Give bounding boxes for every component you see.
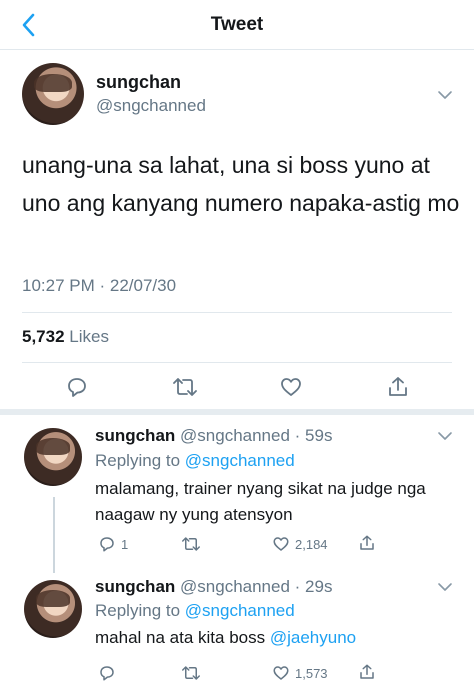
reply-handle-time: @sngchanned · 59s bbox=[180, 426, 333, 445]
like-count: 1,573 bbox=[295, 665, 328, 681]
chevron-down-icon[interactable] bbox=[437, 582, 453, 592]
tweet-timestamp[interactable]: 10:27 PM · 22/07/30 bbox=[22, 276, 176, 296]
heart-icon bbox=[281, 378, 301, 396]
replying-label: Replying to bbox=[95, 601, 181, 620]
share-icon bbox=[389, 377, 407, 396]
divider bbox=[22, 362, 452, 363]
replying-mention[interactable]: @sngchanned bbox=[185, 601, 295, 620]
likes-count[interactable]: 5,732 Likes bbox=[22, 327, 109, 347]
like-button[interactable]: 2,184 bbox=[272, 535, 328, 553]
reply-icon bbox=[68, 378, 86, 397]
thread-line bbox=[53, 497, 55, 573]
replying-mention[interactable]: @sngchanned bbox=[185, 451, 295, 470]
share-button[interactable] bbox=[358, 663, 376, 681]
reply-author-name: sungchan bbox=[95, 577, 176, 596]
share-icon bbox=[360, 664, 374, 679]
top-bar: Tweet bbox=[0, 0, 474, 50]
share-icon bbox=[360, 535, 374, 550]
reply-text: malamang, trainer nyang sikat na judge n… bbox=[95, 479, 426, 524]
reply-text: mahal na ata kita boss @jaehyuno bbox=[95, 625, 435, 651]
reply-button[interactable] bbox=[98, 664, 116, 682]
reply-mention[interactable]: @jaehyuno bbox=[270, 628, 356, 647]
reply-author-name: sungchan bbox=[95, 426, 176, 445]
tweet-text: unang-una sa lahat, una si boss yuno at … bbox=[22, 152, 460, 216]
reply-count: 1 bbox=[121, 536, 129, 552]
author-name[interactable]: sungchan bbox=[96, 72, 181, 93]
share-button[interactable] bbox=[358, 534, 376, 552]
retweet-icon bbox=[182, 537, 200, 551]
heart-icon bbox=[273, 537, 289, 551]
avatar[interactable] bbox=[22, 63, 84, 125]
like-button[interactable]: 1,573 bbox=[272, 664, 328, 682]
tweet-actions bbox=[0, 374, 474, 402]
avatar[interactable] bbox=[24, 580, 82, 638]
retweet-button[interactable] bbox=[172, 374, 198, 400]
retweet-icon bbox=[173, 378, 197, 396]
share-button[interactable] bbox=[385, 374, 411, 400]
chevron-down-icon[interactable] bbox=[437, 431, 453, 441]
author-handle[interactable]: @sngchanned bbox=[96, 96, 206, 116]
page-title: Tweet bbox=[210, 14, 264, 35]
retweet-icon bbox=[182, 666, 200, 680]
reply-header[interactable]: sungchan @sngchanned · 59s bbox=[95, 426, 332, 446]
like-count: 2,184 bbox=[295, 536, 328, 552]
avatar[interactable] bbox=[24, 428, 82, 486]
like-button[interactable] bbox=[278, 374, 304, 400]
reply-header[interactable]: sungchan @sngchanned · 29s bbox=[95, 577, 332, 597]
divider bbox=[22, 312, 452, 313]
likes-label: Likes bbox=[69, 327, 109, 346]
reply-icon bbox=[100, 537, 114, 552]
replying-to: Replying to @sngchanned bbox=[95, 601, 295, 621]
replying-to: Replying to @sngchanned bbox=[95, 451, 295, 471]
reply-button[interactable]: 1 bbox=[98, 535, 128, 553]
replying-label: Replying to bbox=[95, 451, 181, 470]
reply-text-body: mahal na ata kita boss bbox=[95, 628, 266, 647]
retweet-button[interactable] bbox=[181, 535, 201, 553]
reply-icon bbox=[100, 666, 114, 681]
heart-icon bbox=[273, 666, 289, 680]
section-separator bbox=[0, 409, 474, 415]
chevron-down-icon[interactable] bbox=[437, 90, 453, 100]
reply-button[interactable] bbox=[64, 374, 90, 400]
retweet-button[interactable] bbox=[181, 664, 201, 682]
likes-number: 5,732 bbox=[22, 327, 65, 346]
reply-handle-time: @sngchanned · 29s bbox=[180, 577, 333, 596]
